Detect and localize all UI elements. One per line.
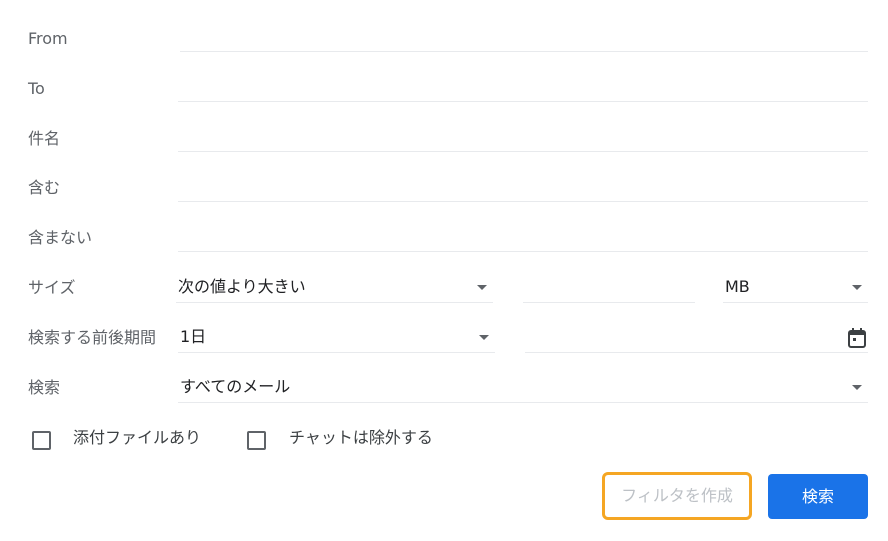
doesnt-have-input[interactable] (178, 221, 868, 252)
size-unit-value: MB (725, 277, 750, 296)
calendar-icon[interactable] (848, 328, 866, 348)
search-scope-value: すべてのメール (180, 377, 291, 396)
exclude-chats-checkbox[interactable] (247, 431, 266, 450)
size-value-input[interactable] (523, 272, 695, 303)
search-scope-select[interactable]: すべてのメール (178, 372, 868, 403)
date-within-select[interactable]: 1日 (178, 322, 495, 353)
date-within-value: 1日 (180, 327, 207, 346)
size-label: サイズ (28, 278, 76, 297)
from-label: From (28, 29, 68, 48)
date-within-label: 検索する前後期間 (28, 328, 157, 347)
subject-input[interactable] (178, 121, 868, 152)
to-label: To (28, 79, 45, 98)
exclude-chats-label: チャットは除外する (289, 428, 433, 447)
subject-label: 件名 (28, 129, 61, 148)
has-attachment-label: 添付ファイルあり (73, 428, 202, 447)
search-scope-label: 検索 (28, 378, 61, 397)
date-input[interactable] (525, 322, 868, 353)
has-words-label: 含む (28, 178, 61, 197)
from-input[interactable] (180, 21, 868, 52)
size-operator-select[interactable]: 次の値より大きい (176, 272, 493, 303)
dropdown-arrow-icon (852, 385, 862, 390)
has-attachment-checkbox[interactable] (32, 431, 51, 450)
doesnt-have-label: 含まない (28, 228, 93, 247)
to-input[interactable] (178, 71, 868, 102)
create-filter-button[interactable]: フィルタを作成 (602, 472, 752, 520)
dropdown-arrow-icon (479, 335, 489, 340)
dropdown-arrow-icon (852, 285, 862, 290)
dropdown-arrow-icon (477, 285, 487, 290)
size-unit-select[interactable]: MB (723, 272, 868, 303)
has-words-input[interactable] (178, 171, 868, 202)
search-button[interactable]: 検索 (768, 474, 868, 519)
size-operator-value: 次の値より大きい (178, 277, 306, 296)
